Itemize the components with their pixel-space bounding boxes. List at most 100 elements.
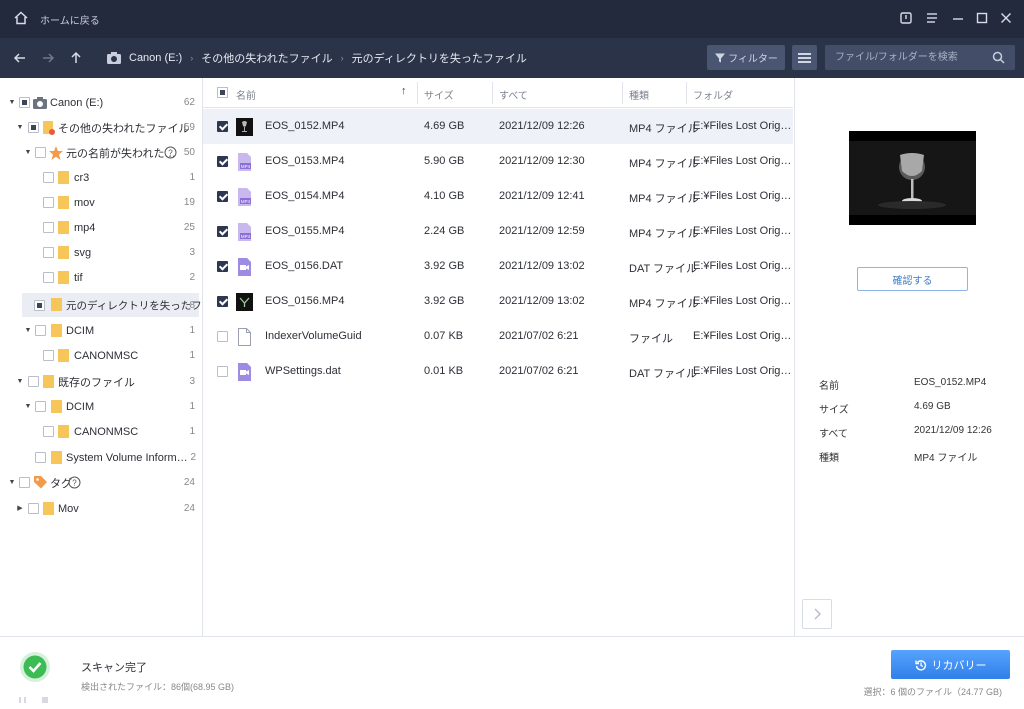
recover-button[interactable]: リカバリー xyxy=(891,650,1010,679)
tree-checkbox[interactable] xyxy=(28,122,39,133)
tree-checkbox[interactable] xyxy=(19,97,30,108)
tree-item-mov[interactable]: mov 19 xyxy=(0,190,203,215)
tree-item-system-volume[interactable]: System Volume Inform… 2 xyxy=(0,445,203,470)
tree-item-tags[interactable]: ▼ タグ ? 24 xyxy=(0,470,203,495)
tree-item-canonmsc[interactable]: CANONMSC 1 xyxy=(0,419,203,444)
view-menu-button[interactable] xyxy=(792,45,817,70)
expand-arrow-icon[interactable]: ▼ xyxy=(8,99,16,107)
video-preview-thumbnail[interactable] xyxy=(849,131,976,225)
forward-arrow-icon[interactable] xyxy=(40,50,56,66)
table-row[interactable]: WPSettings.dat 0.01 KB 2021/07/02 6:21 D… xyxy=(203,354,793,389)
table-row[interactable]: EOS_0156.DAT 3.92 GB 2021/12/09 13:02 DA… xyxy=(203,249,793,284)
row-checkbox[interactable] xyxy=(217,121,228,132)
row-checkbox[interactable] xyxy=(217,226,228,237)
tree-item-count: 1 xyxy=(189,401,195,412)
column-folder[interactable]: フォルダ xyxy=(693,87,733,102)
tree-item-canon-drive[interactable]: ▼ Canon (E:) 62 xyxy=(0,90,203,115)
tree-checkbox[interactable] xyxy=(35,452,46,463)
expand-arrow-icon[interactable]: ▼ xyxy=(24,403,32,411)
back-arrow-icon[interactable] xyxy=(12,50,28,66)
file-folder: E:¥Files Lost Orig… xyxy=(693,190,792,202)
tree-checkbox[interactable] xyxy=(43,426,54,437)
tree-checkbox[interactable] xyxy=(43,197,54,208)
row-checkbox[interactable] xyxy=(217,331,228,342)
prop-label-date: すべて xyxy=(819,429,848,440)
home-link[interactable]: ホームに戻る xyxy=(40,12,100,27)
tree-checkbox[interactable] xyxy=(19,477,30,488)
home-icon[interactable] xyxy=(12,9,30,27)
close-icon[interactable] xyxy=(998,10,1014,26)
tree-checkbox[interactable] xyxy=(34,299,45,311)
table-row[interactable]: EOS_0156.MP4 3.92 GB 2021/12/09 13:02 MP… xyxy=(203,284,793,319)
pause-stop-icon[interactable] xyxy=(19,696,49,704)
tree-checkbox[interactable] xyxy=(28,376,39,387)
list-view-icon xyxy=(798,52,811,63)
tree-checkbox[interactable] xyxy=(28,503,39,514)
file-name: EOS_0154.MP4 xyxy=(265,190,345,202)
confirm-preview-button[interactable]: 確認する xyxy=(857,267,968,291)
tree-checkbox[interactable] xyxy=(43,172,54,183)
select-all-checkbox[interactable] xyxy=(217,87,228,98)
tree-checkbox[interactable] xyxy=(43,247,54,258)
table-row[interactable]: MP4 EOS_0155.MP4 2.24 GB 2021/12/09 12:5… xyxy=(203,214,793,249)
expand-arrow-icon[interactable]: ▼ xyxy=(24,149,32,157)
column-size[interactable]: サイズ xyxy=(424,87,454,102)
tree-item-count: 1 xyxy=(189,172,195,183)
collapse-arrow-icon[interactable]: ▶ xyxy=(16,505,24,513)
tree-item-tif[interactable]: tif 2 xyxy=(0,265,203,290)
expand-arrow-icon[interactable]: ▼ xyxy=(24,327,32,335)
svg-text:MP4: MP4 xyxy=(241,234,251,239)
row-checkbox[interactable] xyxy=(217,156,228,167)
table-row[interactable]: MP4 EOS_0154.MP4 4.10 GB 2021/12/09 12:4… xyxy=(203,179,793,214)
filter-button[interactable]: フィルター xyxy=(707,45,785,70)
tree-item-dcim[interactable]: ▼ DCIM 1 xyxy=(0,394,203,419)
tree-item-mp4[interactable]: mp4 25 xyxy=(0,215,203,240)
tree-item-lost-directory[interactable]: 元のディレクトリを失ったファイル 8 xyxy=(22,293,233,317)
row-checkbox[interactable] xyxy=(217,261,228,272)
file-date: 2021/07/02 6:21 xyxy=(499,365,579,377)
tree-checkbox[interactable] xyxy=(43,272,54,283)
expand-arrow-icon[interactable]: ▼ xyxy=(8,479,16,487)
search-icon[interactable] xyxy=(992,51,1005,64)
breadcrumb-item-drive[interactable]: Canon (E:) xyxy=(129,52,182,64)
row-checkbox[interactable] xyxy=(217,296,228,307)
svg-text:?: ? xyxy=(168,149,173,158)
filter-icon xyxy=(715,53,726,62)
tree-checkbox[interactable] xyxy=(35,401,46,412)
column-type[interactable]: 種類 xyxy=(629,87,649,102)
row-checkbox[interactable] xyxy=(217,191,228,202)
tree-item-existing-files[interactable]: ▼ 既存のファイル 3 xyxy=(0,369,203,394)
tree-item-other-lost-files[interactable]: ▼ その他の失われたファイル 59 xyxy=(0,115,203,140)
table-row[interactable]: EOS_0152.MP4 4.69 GB 2021/12/09 12:26 MP… xyxy=(203,109,793,144)
table-row[interactable]: IndexerVolumeGuid 0.07 KB 2021/07/02 6:2… xyxy=(203,319,793,354)
menu-icon[interactable] xyxy=(924,10,940,26)
help-icon[interactable]: ? xyxy=(68,476,81,489)
help-icon[interactable]: ? xyxy=(164,146,177,159)
tree-item-canonmsc[interactable]: CANONMSC 1 xyxy=(0,343,203,368)
expand-arrow-icon[interactable]: ▼ xyxy=(16,124,24,132)
tree-checkbox[interactable] xyxy=(43,350,54,361)
breadcrumb-item-other-lost[interactable]: その他の失われたファイル xyxy=(201,50,332,66)
tree-item-dcim[interactable]: ▼ DCIM 1 xyxy=(0,318,203,343)
next-preview-button[interactable] xyxy=(802,599,832,629)
tree-item-cr3[interactable]: cr3 1 xyxy=(0,165,203,190)
tree-item-mov-tag[interactable]: ▶ Mov 24 xyxy=(0,496,203,521)
maximize-icon[interactable] xyxy=(974,10,990,26)
breadcrumb-item-lost-dir[interactable]: 元のディレクトリを失ったファイル xyxy=(352,50,527,66)
tree-item-lost-names[interactable]: ▼ 元の名前が失われた… ? 50 xyxy=(0,140,203,165)
table-row[interactable]: MP4 EOS_0153.MP4 5.90 GB 2021/12/09 12:3… xyxy=(203,144,793,179)
sort-ascending-icon[interactable]: ↑ xyxy=(401,85,407,97)
column-name[interactable]: 名前 xyxy=(236,87,256,102)
minimize-icon[interactable] xyxy=(950,10,966,26)
row-checkbox[interactable] xyxy=(217,366,228,377)
tree-item-svg[interactable]: svg 3 xyxy=(0,240,203,265)
column-date[interactable]: すべて xyxy=(499,87,528,102)
search-input[interactable] xyxy=(825,45,985,70)
tree-checkbox[interactable] xyxy=(35,147,46,158)
tree-checkbox[interactable] xyxy=(43,222,54,233)
feedback-icon[interactable] xyxy=(898,10,914,26)
tree-item-label: CANONMSC xyxy=(74,349,139,362)
tree-checkbox[interactable] xyxy=(35,325,46,336)
expand-arrow-icon[interactable]: ▼ xyxy=(16,378,24,386)
up-arrow-icon[interactable] xyxy=(68,50,84,66)
